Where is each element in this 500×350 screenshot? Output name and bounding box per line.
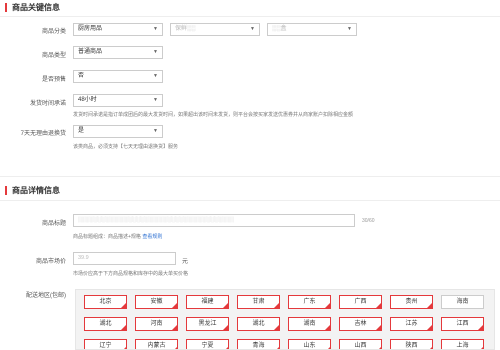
- type-select[interactable]: 普通商品 ▼: [73, 46, 163, 59]
- region-chip[interactable]: 青海: [237, 339, 280, 349]
- region-chip[interactable]: 内蒙古: [135, 339, 178, 349]
- category-select-2-value: 保鲜░░: [175, 26, 196, 32]
- product-name-hint-text: 商品标题组成：商品描述+规格: [73, 234, 141, 240]
- presale-select[interactable]: 否 ▼: [73, 70, 163, 83]
- return-label: 7天无理由退换货: [20, 131, 66, 137]
- region-selector: 北京 安徽 福建 甘肃 广东 广西 贵州 海南 湖北 河南 黑龙江 湖北 湖南 吉林 江苏 江西 辽宁 内蒙古 宁夏…: [75, 289, 495, 350]
- category-label: 商品分类: [41, 29, 66, 35]
- chevron-down-icon: ▼: [153, 73, 158, 79]
- market-price-input[interactable]: 39.9: [73, 252, 176, 265]
- region-chip[interactable]: 吉林: [339, 317, 382, 331]
- section-title-key-info: 商品关键信息: [5, 3, 60, 12]
- chevron-down-icon: ▼: [153, 97, 158, 103]
- category-select-3-value: ░░盒: [272, 26, 287, 32]
- type-select-value: 普通商品: [78, 49, 103, 55]
- region-chip[interactable]: 贵州: [390, 295, 433, 309]
- region-chip[interactable]: 广东: [288, 295, 331, 309]
- chevron-down-icon: ▼: [153, 49, 158, 55]
- region-chip[interactable]: 河南: [135, 317, 178, 331]
- ship-time-select-value: 48小时: [78, 97, 97, 103]
- category-select-1-value: 厨房用品: [78, 26, 103, 32]
- chevron-down-icon: ▼: [250, 26, 255, 32]
- view-rules-link[interactable]: 查看规则: [142, 234, 162, 240]
- region-label: 配送地区(包邮): [26, 293, 66, 299]
- divider: [0, 16, 500, 17]
- region-chip[interactable]: 湖北: [84, 317, 127, 331]
- region-chip[interactable]: 宁夏: [186, 339, 229, 349]
- region-chip[interactable]: 广西: [339, 295, 382, 309]
- market-price-label: 商品市场价: [35, 259, 66, 265]
- region-chip[interactable]: 山西: [339, 339, 382, 349]
- category-select-2[interactable]: 保鲜░░ ▼: [170, 23, 260, 36]
- region-chip[interactable]: 陕西: [390, 339, 433, 349]
- region-chip[interactable]: 江西: [441, 317, 484, 331]
- return-select[interactable]: 是 ▼: [73, 125, 163, 138]
- chevron-down-icon: ▼: [153, 26, 158, 32]
- market-price-hint: 市场价应高于下方商品规格和库存中的最大单买价格: [73, 271, 189, 277]
- ship-time-select[interactable]: 48小时 ▼: [73, 94, 163, 107]
- region-chip[interactable]: 辽宁: [84, 339, 127, 349]
- section-title-detail-info: 商品详情信息: [5, 186, 60, 195]
- presale-select-value: 否: [78, 73, 85, 79]
- product-name-hint: 商品标题组成：商品描述+规格 查看规则: [73, 233, 162, 240]
- product-name-input[interactable]: ░░░░░░░░░░░░░░░░░░░░░░░░░░░░░░░░░░░░░░░░: [73, 214, 355, 227]
- chevron-down-icon: ▼: [153, 128, 158, 134]
- region-chip[interactable]: 湖南: [288, 317, 331, 331]
- divider: [0, 200, 500, 201]
- ship-time-label: 发货时间承诺: [29, 101, 66, 107]
- chevron-down-icon: ▼: [347, 26, 352, 32]
- return-hint: 该类商品，必须支持【七天无理由退换货】服务: [73, 144, 179, 150]
- region-chip[interactable]: 甘肃: [237, 295, 280, 309]
- product-name-counter: 30/60: [362, 218, 375, 224]
- region-chip[interactable]: 安徽: [135, 295, 178, 309]
- region-chip[interactable]: 北京: [84, 295, 127, 309]
- region-chip[interactable]: 福建: [186, 295, 229, 309]
- region-chip[interactable]: 湖北: [237, 317, 280, 331]
- region-chip[interactable]: 上海: [441, 339, 484, 349]
- product-name-label: 商品标题: [41, 221, 66, 227]
- divider: [0, 176, 500, 177]
- category-select-1[interactable]: 厨房用品 ▼: [73, 23, 163, 36]
- region-chip[interactable]: 黑龙江: [186, 317, 229, 331]
- ship-time-hint: 发货时间承诺是指订单成团后的最大发货时间，如果超出该时间未发货，则平台会按买家发…: [73, 112, 354, 118]
- region-chip[interactable]: 海南: [441, 295, 484, 309]
- type-label: 商品类型: [41, 53, 66, 59]
- category-select-3[interactable]: ░░盒 ▼: [267, 23, 357, 36]
- presale-label: 是否预售: [41, 77, 66, 83]
- region-chip[interactable]: 江苏: [390, 317, 433, 331]
- return-select-value: 是: [78, 128, 85, 134]
- price-unit: 元: [182, 259, 189, 265]
- region-chip[interactable]: 山东: [288, 339, 331, 349]
